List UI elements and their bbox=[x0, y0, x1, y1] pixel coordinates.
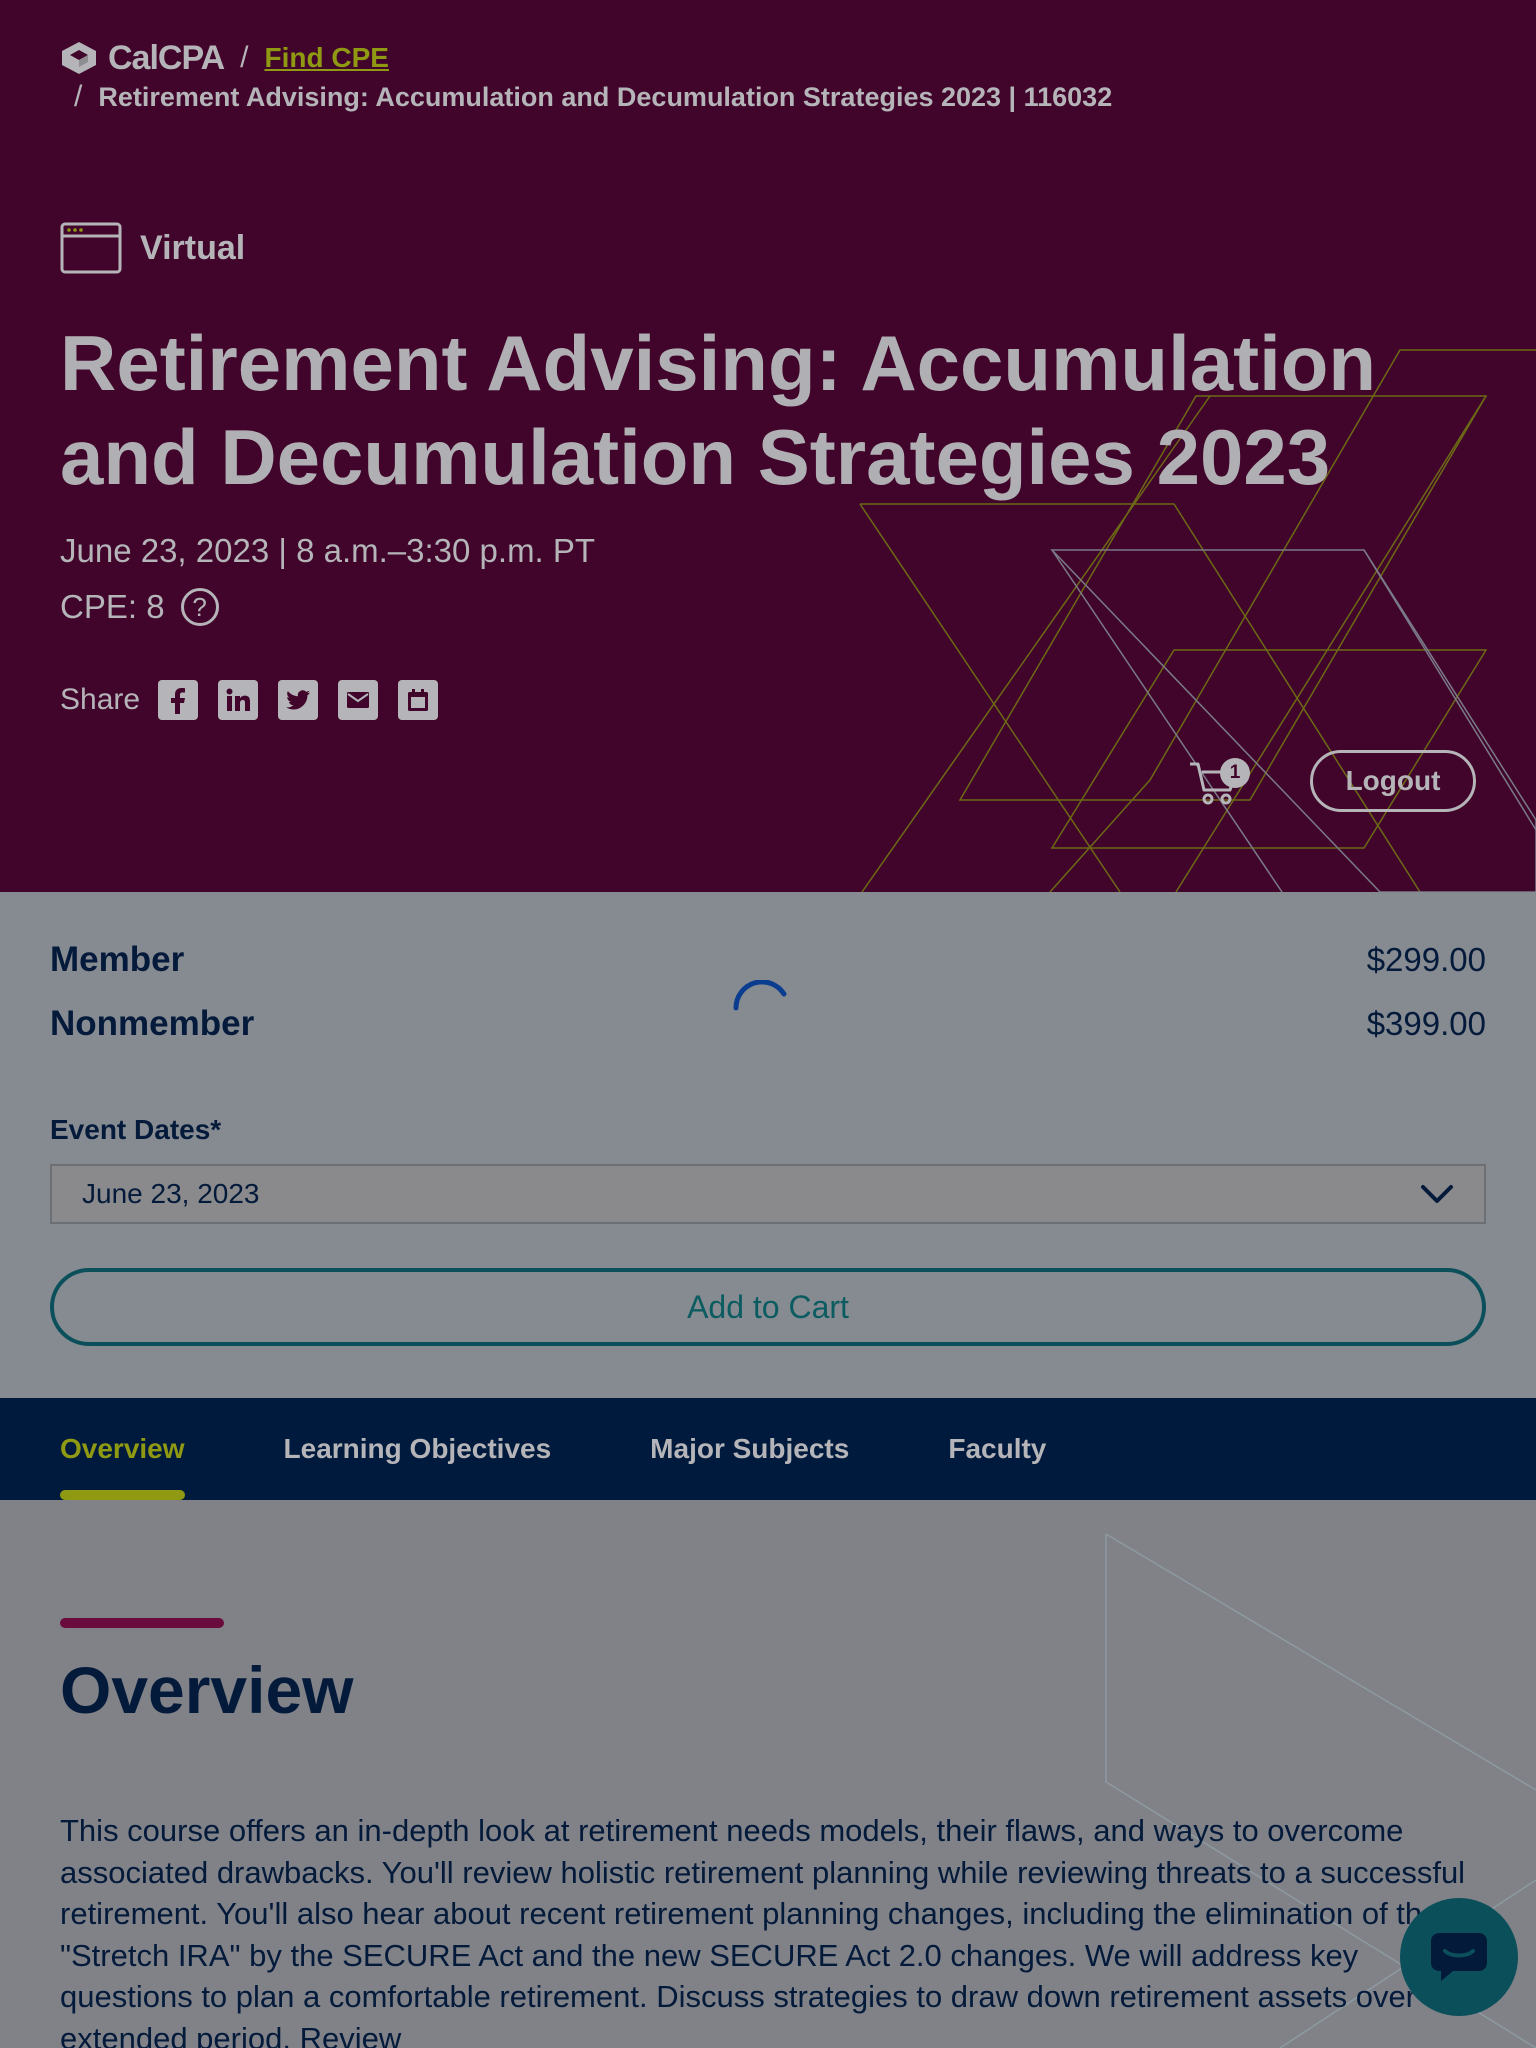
email-icon[interactable] bbox=[338, 680, 379, 720]
chat-bubble-icon bbox=[1431, 1933, 1487, 1981]
twitter-icon[interactable] bbox=[278, 680, 319, 720]
price-value: $399.00 bbox=[1366, 1005, 1486, 1042]
price-row-member: Member $299.00 bbox=[50, 940, 1486, 980]
price-label: Member bbox=[50, 940, 185, 979]
cpe-value: CPE: 8 bbox=[60, 588, 165, 625]
logout-button[interactable]: Logout bbox=[1310, 750, 1476, 812]
event-dates-select[interactable]: June 23, 2023 bbox=[50, 1164, 1486, 1224]
event-dates-value: June 23, 2023 bbox=[82, 1178, 260, 1209]
breadcrumb: CalCPA / Find CPE / Retirement Advising:… bbox=[60, 39, 1480, 114]
breadcrumb-separator: / bbox=[74, 80, 83, 113]
tab-faculty[interactable]: Faculty bbox=[948, 1398, 1046, 1500]
overview-body: This course offers an in-depth look at r… bbox=[60, 1813, 1466, 2048]
overview-section: Overview This course offers an in-depth … bbox=[0, 1500, 1536, 2048]
tab-label: Learning Objectives bbox=[283, 1433, 552, 1464]
event-type-label: Virtual bbox=[140, 228, 246, 267]
add-to-cart-button[interactable]: Add to Cart bbox=[50, 1268, 1486, 1346]
breadcrumb-separator: / bbox=[240, 41, 249, 74]
active-tab-indicator bbox=[60, 1490, 185, 1500]
calendar-icon[interactable] bbox=[398, 680, 439, 720]
tab-label: Overview bbox=[60, 1433, 185, 1464]
breadcrumb-current-page: Retirement Advising: Accumulation and De… bbox=[98, 81, 1113, 112]
overview-heading: Overview bbox=[60, 1653, 354, 1727]
calcpa-logo-text[interactable]: CalCPA bbox=[108, 39, 225, 78]
chevron-down-icon bbox=[1421, 1185, 1453, 1203]
share-bar: Share bbox=[60, 680, 458, 720]
calcpa-logo-icon[interactable] bbox=[60, 40, 98, 76]
loading-spinner-icon bbox=[733, 980, 787, 1011]
event-dates-label: Event Dates* bbox=[50, 1114, 222, 1145]
tab-label: Faculty bbox=[948, 1433, 1047, 1464]
event-title: Retirement Advising: Accumulation and De… bbox=[60, 319, 1377, 501]
section-tabs: Overview Learning Objectives Major Subje… bbox=[0, 1398, 1536, 1500]
event-date-time: June 23, 2023 | 8 a.m.–3:30 p.m. PT bbox=[60, 532, 596, 569]
breadcrumb-find-cpe-link[interactable]: Find CPE bbox=[265, 42, 389, 74]
linkedin-icon[interactable] bbox=[218, 680, 259, 720]
tab-overview[interactable]: Overview bbox=[60, 1398, 185, 1500]
facebook-icon[interactable] bbox=[158, 680, 199, 720]
cart-count-badge[interactable]: 1 bbox=[1220, 758, 1250, 788]
price-value: $299.00 bbox=[1366, 941, 1486, 978]
share-label: Share bbox=[60, 683, 141, 716]
chat-button[interactable] bbox=[1400, 1898, 1518, 2016]
browser-window-icon bbox=[60, 222, 122, 274]
cpe-credits: CPE: 8 ? bbox=[60, 588, 219, 626]
price-label: Nonmember bbox=[50, 1004, 255, 1043]
event-type: Virtual bbox=[60, 222, 245, 274]
section-accent-bar bbox=[60, 1618, 224, 1628]
tab-label: Major Subjects bbox=[650, 1433, 850, 1464]
tab-major-subjects[interactable]: Major Subjects bbox=[650, 1398, 849, 1500]
help-icon[interactable]: ? bbox=[180, 588, 219, 626]
tab-learning-objectives[interactable]: Learning Objectives bbox=[284, 1398, 552, 1500]
hero-banner: CalCPA / Find CPE / Retirement Advising:… bbox=[0, 0, 1536, 892]
